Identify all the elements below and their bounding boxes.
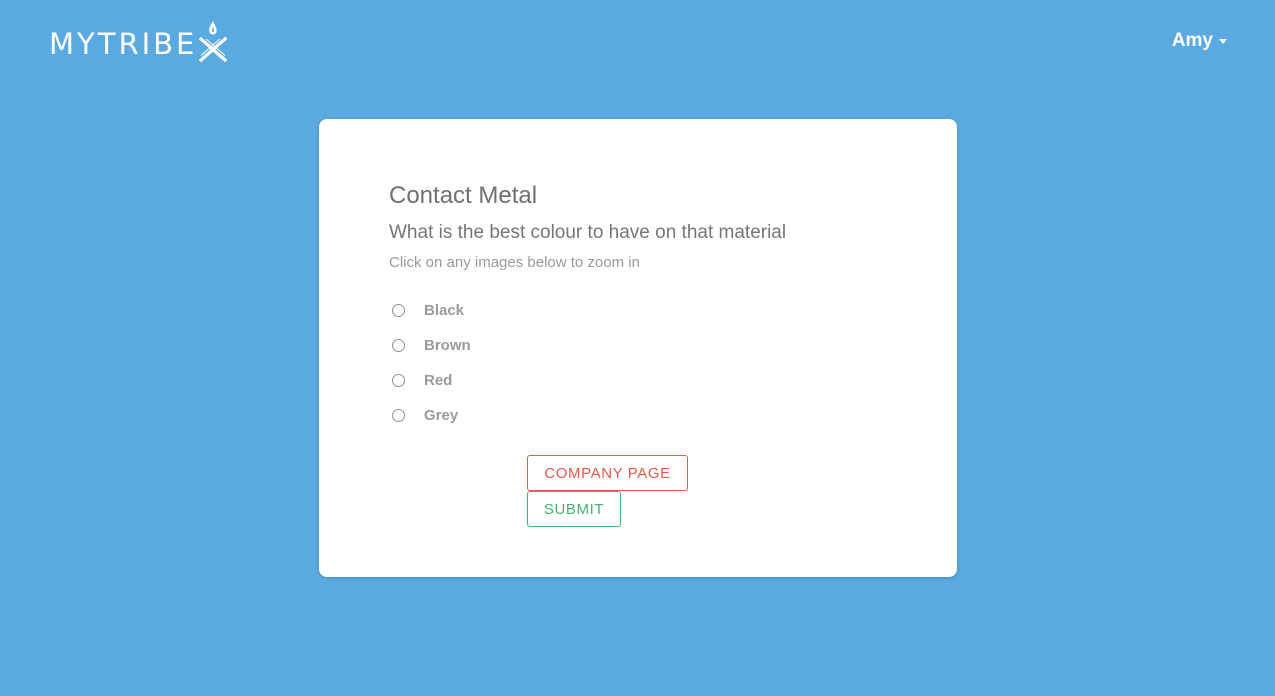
- user-name: Amy: [1171, 30, 1213, 51]
- company-page-button[interactable]: COMPANY PAGE: [527, 455, 688, 491]
- caret-down-icon: [1219, 39, 1227, 44]
- radio-icon[interactable]: [392, 339, 405, 352]
- submit-button[interactable]: SUBMIT: [527, 491, 621, 527]
- question-card: Contact Metal What is the best colour to…: [319, 119, 957, 577]
- radio-icon[interactable]: [392, 304, 405, 317]
- zoom-hint: Click on any images below to zoom in: [389, 254, 640, 271]
- top-navbar: MYTRIBE Amy: [0, 0, 1275, 86]
- option-label: Brown: [424, 337, 471, 354]
- brand-name: MYTRIBE: [49, 27, 198, 61]
- option-label: Black: [424, 302, 465, 319]
- option-label: Grey: [424, 407, 459, 424]
- question-text: What is the best colour to have on that …: [389, 222, 787, 243]
- radio-icon[interactable]: [392, 409, 405, 422]
- option-black[interactable]: Black: [392, 293, 471, 328]
- answer-options: Black Brown Red Grey: [392, 293, 471, 433]
- brand-logo[interactable]: MYTRIBE: [49, 20, 228, 62]
- radio-icon[interactable]: [392, 374, 405, 387]
- option-label: Red: [424, 372, 453, 389]
- user-menu-dropdown[interactable]: Amy: [1172, 30, 1227, 52]
- option-brown[interactable]: Brown: [392, 328, 471, 363]
- flame-x-icon: [199, 21, 228, 62]
- option-grey[interactable]: Grey: [392, 398, 471, 433]
- option-red[interactable]: Red: [392, 363, 471, 398]
- card-title: Contact Metal: [389, 182, 538, 209]
